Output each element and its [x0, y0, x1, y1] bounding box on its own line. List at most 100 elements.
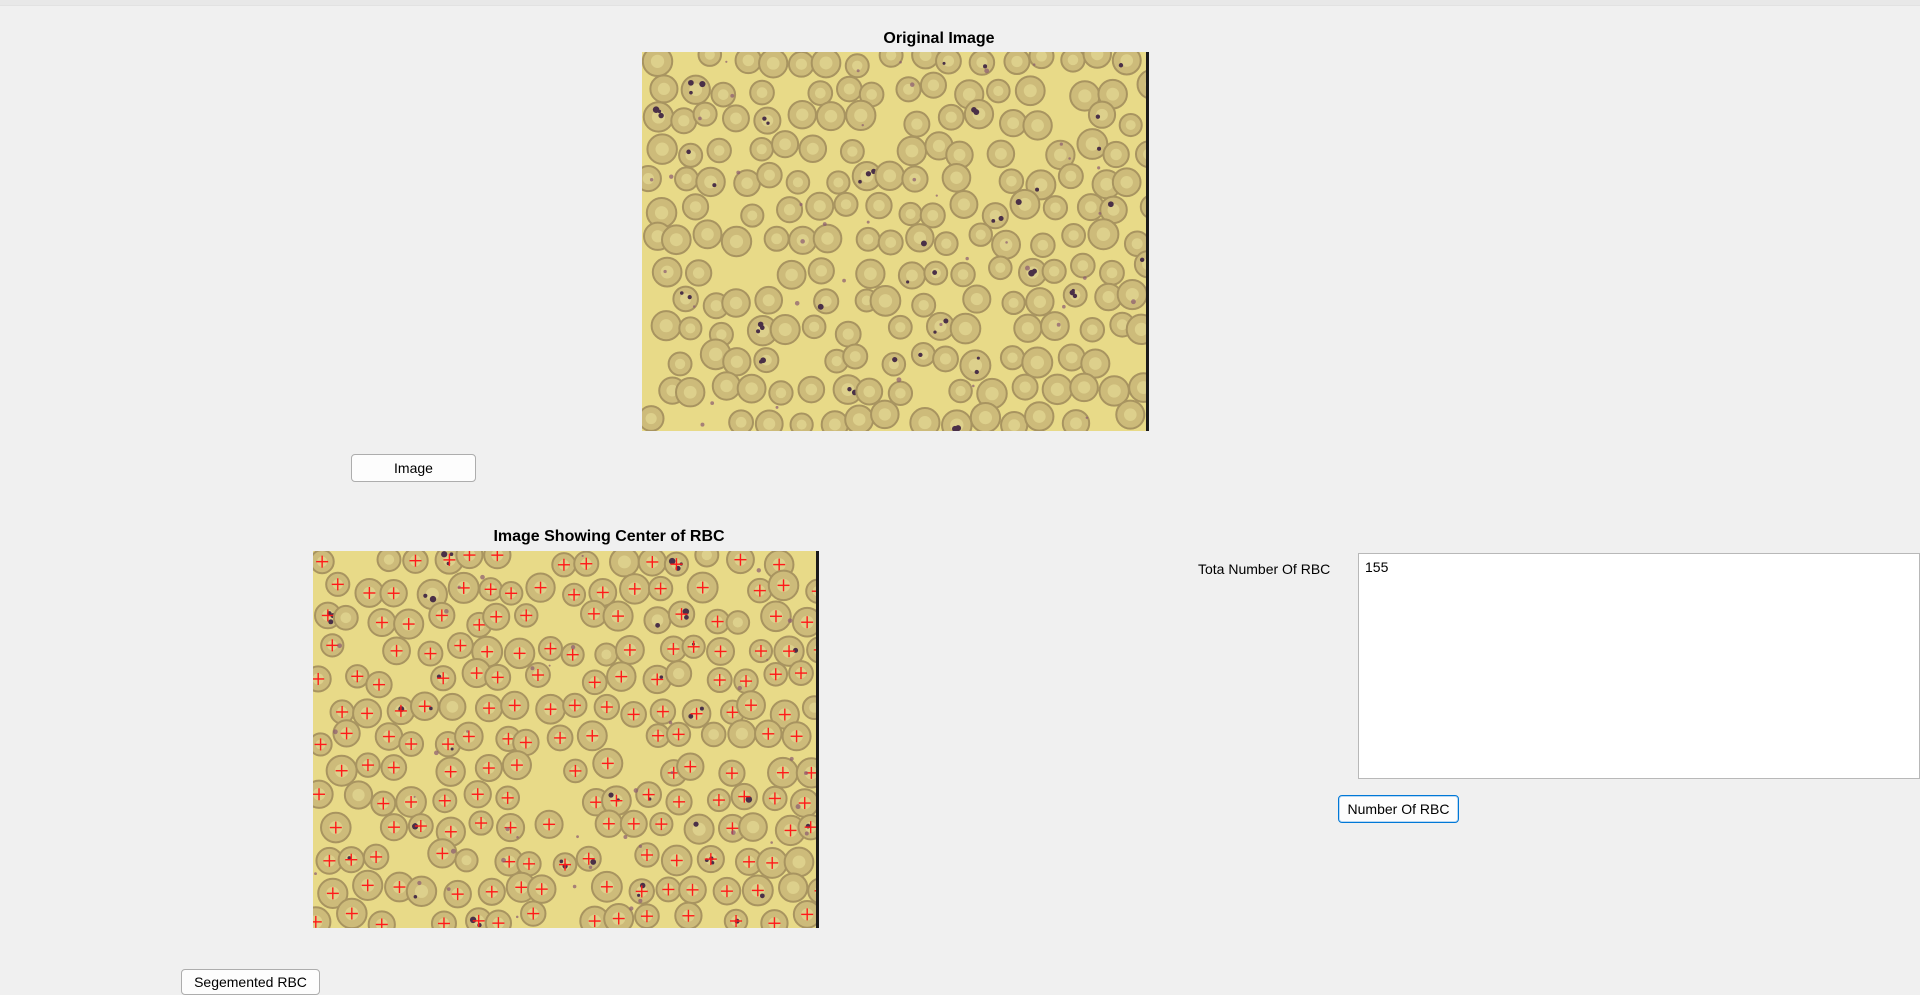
red-blood-cell — [798, 134, 828, 164]
debris-speck — [700, 422, 705, 427]
debris-speck — [795, 804, 801, 810]
total-rbc-output[interactable]: 155 — [1358, 553, 1920, 779]
debris-speck — [896, 377, 902, 383]
debris-speck — [417, 880, 422, 886]
red-blood-cell — [797, 375, 826, 404]
red-blood-cell — [756, 161, 783, 189]
red-blood-cell — [937, 103, 965, 131]
red-blood-cell — [1009, 188, 1041, 220]
red-blood-cell — [776, 196, 804, 224]
debris-speck — [972, 384, 975, 388]
red-blood-cell — [933, 231, 959, 256]
red-blood-cell — [651, 256, 683, 288]
red-blood-cell — [454, 848, 479, 873]
red-blood-cell — [680, 74, 711, 105]
debris-speck — [899, 60, 902, 64]
red-blood-cell — [812, 223, 843, 254]
debris-speck — [434, 750, 439, 756]
red-blood-cell — [692, 101, 718, 127]
debris-speck — [698, 116, 702, 121]
red-blood-cell — [1042, 195, 1069, 221]
debris-speck — [799, 202, 803, 207]
debris-speck — [935, 194, 938, 197]
red-blood-cell — [1115, 399, 1146, 430]
debris-speck — [466, 730, 469, 733]
red-blood-cell — [1022, 110, 1053, 141]
red-blood-cell — [711, 371, 742, 401]
rbc-centers-image — [313, 551, 819, 928]
red-blood-cell — [898, 201, 923, 227]
red-blood-cell — [1102, 140, 1130, 169]
red-blood-cell — [801, 314, 827, 340]
red-blood-cell — [932, 345, 959, 373]
red-blood-cell — [734, 52, 763, 75]
debris-speck — [501, 857, 506, 863]
red-blood-cell — [905, 223, 935, 253]
red-blood-cell — [1069, 372, 1099, 403]
red-blood-cell — [1116, 278, 1148, 311]
segmented-rbc-button[interactable]: Segemented RBC — [181, 969, 320, 995]
debris-speck — [570, 644, 576, 650]
red-blood-cell — [769, 314, 801, 346]
red-blood-cell — [1111, 167, 1142, 198]
red-blood-cell — [969, 401, 1002, 431]
number-of-rbc-button[interactable]: Number Of RBC — [1338, 795, 1459, 823]
red-blood-cell — [749, 79, 775, 106]
debris-speck — [756, 568, 761, 573]
red-blood-cell — [650, 310, 682, 342]
debris-speck — [730, 830, 736, 835]
red-blood-cell — [962, 284, 992, 314]
red-blood-cell — [919, 202, 946, 229]
red-blood-cell — [1111, 52, 1142, 76]
debris-speck — [623, 835, 628, 839]
red-blood-cell — [678, 142, 704, 168]
red-blood-cell — [1070, 252, 1096, 279]
red-blood-cell — [1039, 311, 1070, 341]
red-blood-cell — [763, 225, 790, 252]
debris-speck — [1032, 63, 1036, 66]
red-blood-cell — [736, 373, 767, 404]
red-blood-cell — [877, 229, 904, 256]
debris-speck — [725, 60, 728, 63]
image-edge — [1146, 52, 1149, 431]
red-blood-cell — [986, 78, 1011, 104]
red-blood-cell — [896, 135, 928, 167]
red-blood-cell — [643, 606, 672, 635]
debris-speck — [1082, 276, 1087, 280]
red-blood-cell — [968, 52, 996, 76]
debris-speck — [842, 278, 846, 283]
red-blood-cell — [783, 846, 815, 878]
red-blood-cell — [665, 660, 693, 688]
debris-speck — [638, 844, 643, 849]
red-blood-cell — [911, 292, 937, 318]
debris-speck — [457, 585, 461, 589]
debris-speck — [450, 848, 456, 854]
debris-speck — [861, 123, 864, 127]
debris-speck — [1062, 304, 1066, 309]
red-blood-cell — [950, 261, 976, 288]
debris-speck — [766, 658, 769, 661]
red-blood-cell — [376, 551, 402, 573]
red-blood-cell — [941, 162, 972, 193]
red-blood-cell — [810, 52, 842, 79]
red-blood-cell — [949, 190, 979, 219]
image-button[interactable]: Image — [351, 454, 476, 482]
red-blood-cell — [706, 137, 732, 164]
debris-speck — [446, 887, 451, 891]
red-blood-cell — [895, 76, 922, 103]
red-blood-cell — [778, 872, 809, 903]
red-blood-cell — [1001, 290, 1026, 316]
red-blood-cell — [998, 168, 1025, 194]
red-blood-cell — [721, 288, 751, 318]
debris-speck — [629, 906, 634, 911]
red-blood-cell — [728, 409, 755, 431]
red-blood-cell — [839, 139, 865, 164]
red-blood-cell — [923, 260, 949, 286]
red-blood-cell — [999, 109, 1028, 138]
red-blood-cell — [1000, 411, 1029, 431]
red-blood-cell — [1030, 232, 1056, 259]
debris-speck — [794, 300, 800, 306]
red-blood-cell — [594, 642, 619, 667]
debris-speck — [516, 836, 519, 839]
debris-speck — [332, 729, 338, 735]
